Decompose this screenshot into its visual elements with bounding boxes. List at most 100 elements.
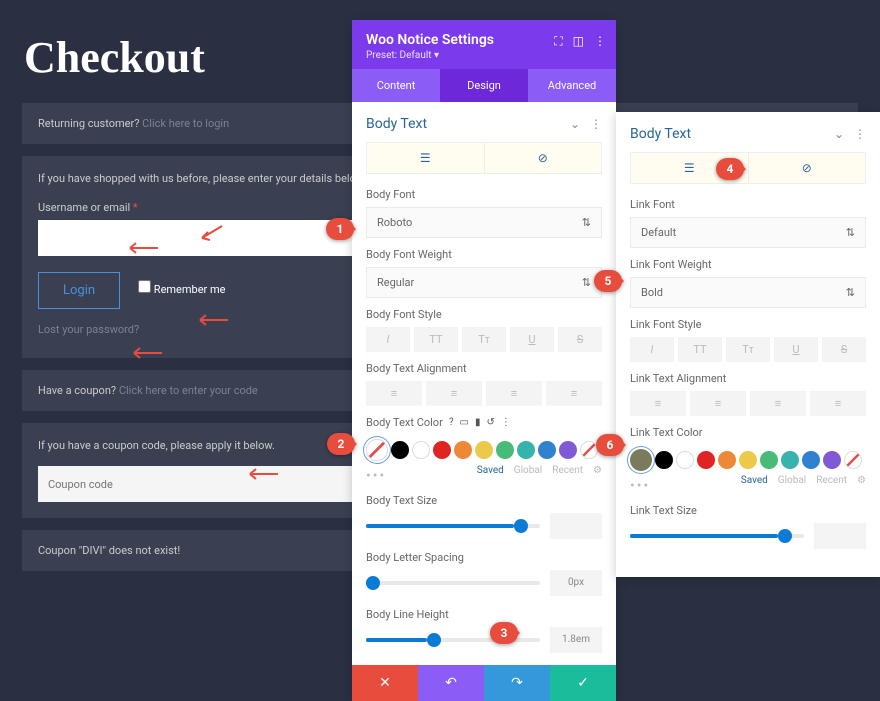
swatch-white[interactable]	[412, 441, 430, 459]
saved-preset[interactable]: Saved	[741, 475, 768, 486]
swatch-red[interactable]	[433, 441, 451, 459]
swatch-purple[interactable]	[823, 451, 841, 469]
swatch-orange[interactable]	[454, 441, 472, 459]
remember-checkbox[interactable]	[138, 280, 151, 293]
align-justify-button[interactable]: ≡	[546, 381, 602, 406]
cancel-button[interactable]: ✕	[352, 665, 418, 701]
collapse-icon[interactable]: ⌄	[834, 127, 844, 141]
text-mode-icon[interactable]: ☰	[367, 143, 484, 173]
align-justify-button[interactable]: ≡	[810, 391, 866, 416]
align-center-button[interactable]: ≡	[426, 381, 482, 406]
swatch-selected[interactable]	[630, 449, 652, 471]
align-left-button[interactable]: ≡	[366, 381, 422, 406]
swatch-purple[interactable]	[559, 441, 577, 459]
swatch-green[interactable]	[760, 451, 778, 469]
gear-icon[interactable]: ⚙	[593, 465, 602, 476]
color-menu-icon[interactable]: ⋮	[501, 417, 511, 428]
swatch-teal[interactable]	[781, 451, 799, 469]
swatch-red[interactable]	[697, 451, 715, 469]
size-slider[interactable]	[366, 524, 540, 528]
link-mode-icon[interactable]: ⊘	[748, 153, 866, 183]
redo-button[interactable]: ↷	[484, 665, 550, 701]
uppercase-button[interactable]: TT	[678, 337, 722, 362]
strike-button[interactable]: S	[558, 327, 602, 352]
remember-label[interactable]: Remember me	[138, 280, 225, 296]
line-value[interactable]: 1.8em	[550, 627, 602, 653]
link-size-slider[interactable]	[630, 534, 804, 538]
swatch-yellow[interactable]	[739, 451, 757, 469]
align-right-button[interactable]: ≡	[750, 391, 806, 416]
arrow-icon	[198, 224, 224, 242]
reset-icon[interactable]: ↺	[487, 417, 495, 428]
style-buttons: I TT Tᴛ U S	[366, 327, 602, 352]
strike-button[interactable]: S	[822, 337, 866, 362]
panel-preset[interactable]: Preset: Default ▾	[366, 50, 602, 61]
link-weight-select[interactable]: Bold⇅	[630, 277, 866, 308]
help-icon[interactable]: ?	[449, 417, 454, 428]
underline-button[interactable]: U	[510, 327, 554, 352]
recent-preset[interactable]: Recent	[552, 465, 583, 476]
link-section-title[interactable]: Body Text	[630, 126, 691, 142]
align-center-button[interactable]: ≡	[690, 391, 746, 416]
swatch-white[interactable]	[676, 451, 694, 469]
gear-icon[interactable]: ⚙	[857, 475, 866, 486]
swatch-clear[interactable]	[844, 451, 862, 469]
body-font-select[interactable]: Roboto⇅	[366, 207, 602, 238]
login-button[interactable]: Login	[38, 272, 120, 309]
section-title[interactable]: Body Text	[366, 116, 427, 132]
expand-icon[interactable]: ⛶	[554, 34, 562, 49]
align-right-button[interactable]: ≡	[486, 381, 542, 406]
size-value[interactable]	[550, 513, 602, 539]
link-size-value[interactable]	[814, 523, 866, 549]
titlecase-button[interactable]: Tᴛ	[462, 327, 506, 352]
link-weight-label: Link Font Weight	[630, 258, 866, 271]
align-buttons: ≡ ≡ ≡ ≡	[366, 381, 602, 406]
chevron-icon: ⇅	[846, 226, 855, 239]
tab-content[interactable]: Content	[352, 69, 440, 102]
swatch-none[interactable]	[366, 439, 388, 461]
uppercase-button[interactable]: TT	[414, 327, 458, 352]
tab-design[interactable]: Design	[440, 69, 528, 102]
link-color-label: Link Text Color	[630, 426, 866, 439]
italic-button[interactable]: I	[630, 337, 674, 362]
titlecase-button[interactable]: Tᴛ	[726, 337, 770, 362]
login-link[interactable]: Click here to login	[142, 117, 229, 130]
saved-preset[interactable]: Saved	[477, 465, 504, 476]
save-button[interactable]: ✓	[550, 665, 616, 701]
swatch-blue[interactable]	[538, 441, 556, 459]
tab-advanced[interactable]: Advanced	[528, 69, 616, 102]
more-dots[interactable]: •••	[366, 468, 386, 484]
swatch-blue[interactable]	[802, 451, 820, 469]
swatch-orange[interactable]	[718, 451, 736, 469]
italic-button[interactable]: I	[366, 327, 410, 352]
global-preset[interactable]: Global	[514, 465, 542, 476]
remember-text: Remember me	[154, 283, 226, 296]
swatch-green[interactable]	[496, 441, 514, 459]
chevron-icon: ⇅	[582, 276, 591, 289]
coupon-link[interactable]: Click here to enter your code	[119, 384, 258, 397]
global-preset[interactable]: Global	[778, 475, 806, 486]
link-mode-icon[interactable]: ⊘	[484, 143, 602, 173]
spacing-value[interactable]: 0px	[550, 570, 602, 596]
more-dots[interactable]: •••	[630, 478, 650, 494]
swatch-black[interactable]	[655, 451, 673, 469]
tablet-icon[interactable]: ▭	[460, 417, 469, 428]
column-icon[interactable]: ◫	[573, 34, 584, 49]
swatch-black[interactable]	[391, 441, 409, 459]
underline-button[interactable]: U	[774, 337, 818, 362]
section-menu-icon[interactable]: ⋮	[854, 127, 866, 141]
body-weight-select[interactable]: Regular⇅	[366, 267, 602, 298]
collapse-icon[interactable]: ⌄	[570, 117, 580, 131]
phone-icon[interactable]: ▮	[475, 417, 481, 428]
undo-button[interactable]: ↶	[418, 665, 484, 701]
swatch-yellow[interactable]	[475, 441, 493, 459]
body-font-label: Body Font	[366, 188, 602, 201]
align-left-button[interactable]: ≡	[630, 391, 686, 416]
arrow-icon	[196, 313, 230, 327]
section-menu-icon[interactable]: ⋮	[590, 117, 602, 131]
link-font-select[interactable]: Default⇅	[630, 217, 866, 248]
swatch-teal[interactable]	[517, 441, 535, 459]
menu-icon[interactable]: ⋮	[594, 34, 606, 49]
spacing-slider[interactable]	[366, 581, 540, 585]
recent-preset[interactable]: Recent	[816, 475, 847, 486]
